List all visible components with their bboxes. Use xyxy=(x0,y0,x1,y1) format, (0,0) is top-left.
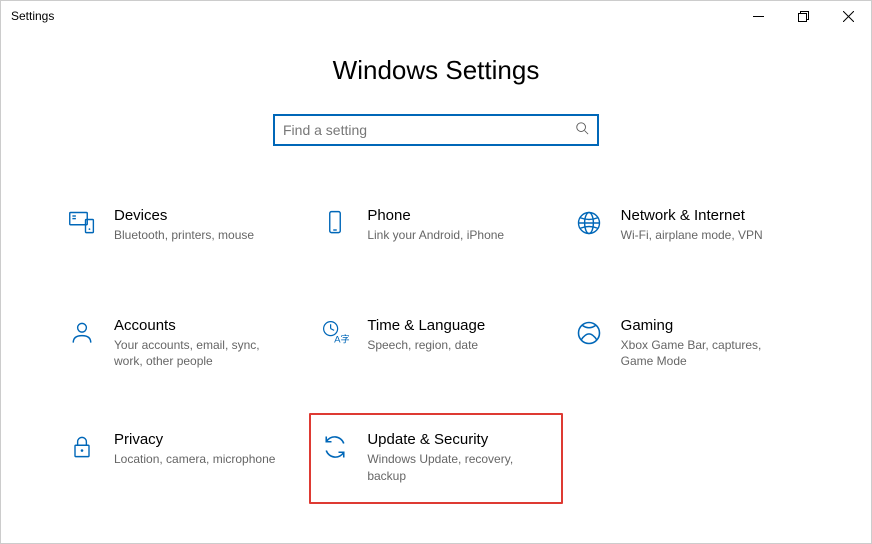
tile-privacy[interactable]: Privacy Location, camera, microphone xyxy=(56,425,309,503)
tile-title: Phone xyxy=(367,207,504,224)
globe-icon xyxy=(573,207,605,239)
search-container xyxy=(1,114,871,146)
tile-desc: Wi-Fi, airplane mode, VPN xyxy=(621,227,763,243)
close-button[interactable] xyxy=(826,1,871,31)
tile-title: Update & Security xyxy=(367,431,537,448)
xbox-icon xyxy=(573,317,605,349)
phone-icon xyxy=(319,207,351,239)
tile-desc: Bluetooth, printers, mouse xyxy=(114,227,254,243)
lock-icon xyxy=(66,431,98,463)
settings-grid: Devices Bluetooth, printers, mouse Phone… xyxy=(1,201,871,504)
tile-desc: Your accounts, email, sync, work, other … xyxy=(114,337,284,369)
minimize-button[interactable] xyxy=(736,1,781,31)
person-icon xyxy=(66,317,98,349)
tile-title: Accounts xyxy=(114,317,284,334)
tile-desc: Speech, region, date xyxy=(367,337,485,353)
tile-time-language[interactable]: A字 Time & Language Speech, region, date xyxy=(309,311,562,375)
tile-accounts[interactable]: Accounts Your accounts, email, sync, wor… xyxy=(56,311,309,375)
tile-desc: Windows Update, recovery, backup xyxy=(367,451,537,483)
window-controls xyxy=(736,1,871,31)
search-box[interactable] xyxy=(273,114,599,146)
tile-devices[interactable]: Devices Bluetooth, printers, mouse xyxy=(56,201,309,261)
page-title: Windows Settings xyxy=(1,55,871,86)
close-icon xyxy=(843,11,854,22)
tile-title: Network & Internet xyxy=(621,207,763,224)
tile-desc: Location, camera, microphone xyxy=(114,451,275,467)
tile-title: Privacy xyxy=(114,431,275,448)
sync-icon xyxy=(319,431,351,463)
tile-phone[interactable]: Phone Link your Android, iPhone xyxy=(309,201,562,261)
tile-network[interactable]: Network & Internet Wi-Fi, airplane mode,… xyxy=(563,201,816,261)
search-icon xyxy=(575,121,589,140)
tile-title: Gaming xyxy=(621,317,791,334)
tile-title: Devices xyxy=(114,207,254,224)
tile-desc: Xbox Game Bar, captures, Game Mode xyxy=(621,337,791,369)
maximize-icon xyxy=(798,11,809,22)
svg-text:A字: A字 xyxy=(334,334,349,346)
tile-gaming[interactable]: Gaming Xbox Game Bar, captures, Game Mod… xyxy=(563,311,816,375)
window-title: Settings xyxy=(11,9,54,23)
tile-update-security[interactable]: Update & Security Windows Update, recove… xyxy=(309,413,562,503)
minimize-icon xyxy=(753,11,764,22)
devices-icon xyxy=(66,207,98,239)
time-language-icon: A字 xyxy=(319,317,351,349)
tile-desc: Link your Android, iPhone xyxy=(367,227,504,243)
maximize-button[interactable] xyxy=(781,1,826,31)
search-input[interactable] xyxy=(283,122,575,138)
tile-title: Time & Language xyxy=(367,317,485,334)
